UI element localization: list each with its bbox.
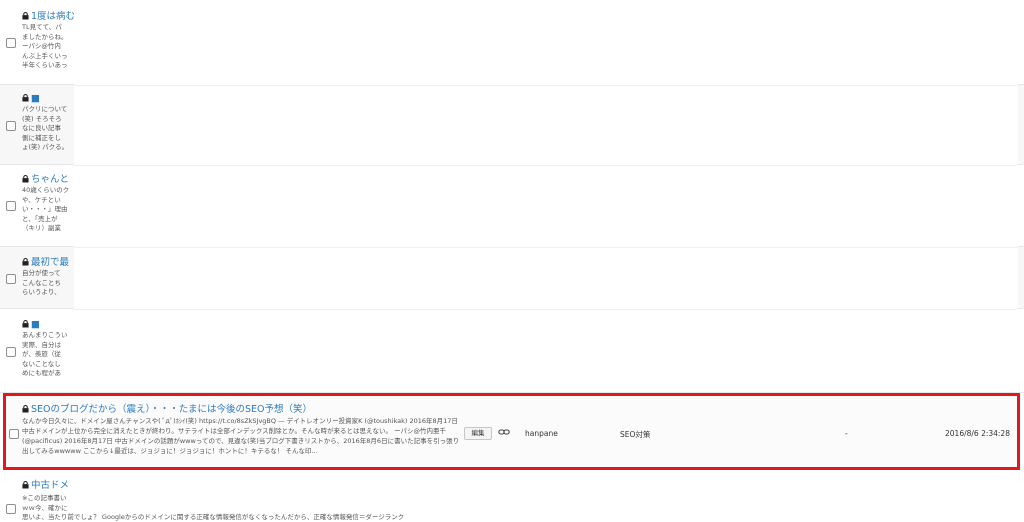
row-divider	[74, 85, 1018, 86]
author-cell: hanpane	[525, 429, 558, 438]
lock-icon	[22, 320, 29, 328]
content-mask	[74, 8, 1018, 392]
lock-icon	[22, 12, 29, 20]
highlighted-post-row: SEOのブログだから（震え）・・・たまには今後のSEO予想（笑） なんか今日久々…	[3, 393, 1020, 470]
lock-icon	[22, 258, 29, 266]
row-checkbox[interactable]	[6, 274, 16, 284]
post-title-link[interactable]: 中古ドメ	[22, 480, 69, 492]
lock-icon	[22, 405, 29, 413]
post-title-link[interactable]: ■	[22, 93, 74, 105]
edit-button[interactable]: 編集	[464, 427, 492, 440]
post-excerpt: TL見てて、パ ましたからね。 ーパシ@竹内 んぶ上手くいっ 半年くらいあっ	[22, 23, 68, 70]
row-divider	[74, 165, 1018, 166]
post-title-link[interactable]: 最初で最	[22, 257, 74, 269]
post-title-link[interactable]: SEOのブログだから（震え）・・・たまには今後のSEO予想（笑）	[22, 401, 312, 415]
link-icon[interactable]	[498, 427, 510, 437]
row-checkbox[interactable]	[6, 504, 16, 514]
post-row: 中古ドメ ※この記事書い ｗｗ今、確かに 思いよ、当たり前でしょ？ Google…	[0, 470, 1024, 522]
lock-icon	[22, 94, 29, 102]
post-excerpt: ※この記事書い ｗｗ今、確かに 思いよ、当たり前でしょ？ Googleからのドメ…	[22, 494, 405, 522]
post-title-link[interactable]: ■	[22, 319, 74, 331]
row-divider	[74, 247, 1018, 248]
post-excerpt: 40歳くらいのク や、ケチとい い・・・」理由 と、「売上が （キリ）副業	[22, 186, 70, 233]
date-cell: 2016/8/6 2:34:28	[945, 429, 1010, 438]
row-checkbox[interactable]	[6, 347, 16, 357]
lock-icon	[22, 481, 29, 489]
post-title-link[interactable]: 1度は病む	[22, 11, 74, 23]
row-checkbox[interactable]	[6, 121, 16, 131]
post-excerpt: 自分が使って こんなことち らいうより、	[22, 269, 61, 297]
post-title-link[interactable]: ちゃんと	[22, 174, 74, 186]
post-excerpt: あんまりこうい 実際、自分は が、羨旅（従 ないことなし めにも程があ	[22, 331, 68, 378]
row-checkbox[interactable]	[9, 429, 19, 439]
row-checkbox[interactable]	[6, 38, 16, 48]
tags-cell: -	[845, 429, 848, 438]
category-cell: SEO対策	[620, 430, 651, 439]
row-checkbox[interactable]	[6, 201, 16, 211]
post-excerpt: パクリについて (笑) そろそろ なに良い記事 側に補正をし ょ(笑) パクる。	[22, 105, 69, 152]
lock-icon	[22, 175, 29, 183]
row-divider	[74, 309, 1018, 310]
post-excerpt: なんか今日久々に、ドメイン屋さんチャンスや( ﾟдﾟ)ﾎｼｲ(笑) https:…	[22, 417, 460, 455]
